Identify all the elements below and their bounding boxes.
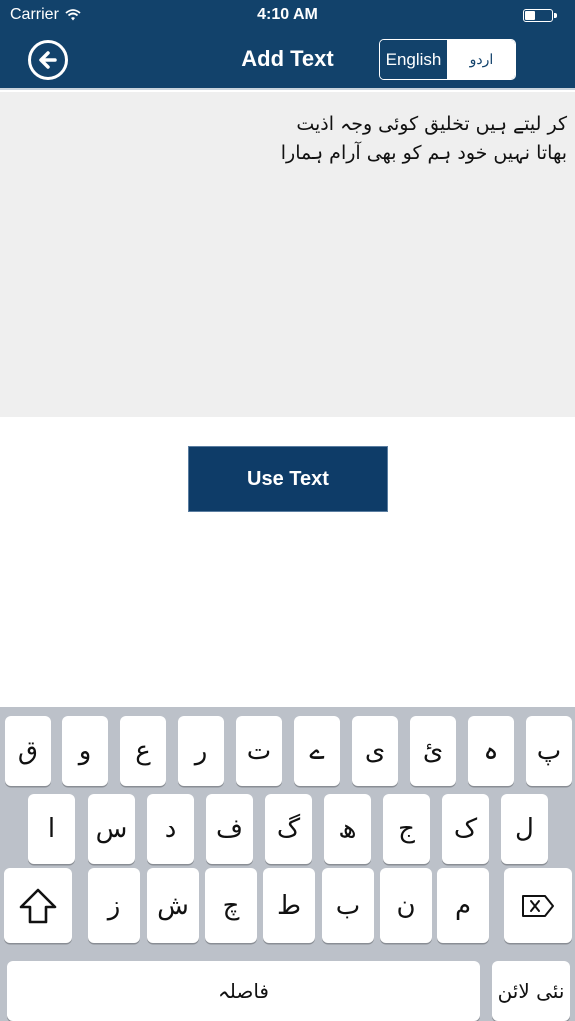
space-key[interactable]: فاصلہ: [7, 961, 480, 1021]
key[interactable]: ھ: [324, 794, 371, 864]
key[interactable]: ئ: [410, 716, 456, 786]
key[interactable]: پ: [526, 716, 572, 786]
key[interactable]: ہ: [468, 716, 514, 786]
key[interactable]: ع: [120, 716, 166, 786]
key[interactable]: و: [62, 716, 108, 786]
key[interactable]: ب: [322, 868, 374, 943]
backspace-icon: [522, 894, 554, 917]
key[interactable]: ا: [28, 794, 75, 864]
text-input-area[interactable]: کر لیتے ہیں تخلیق کوئی وجہ اذیت بھاتا نہ…: [0, 92, 575, 417]
nav-header: Carrier 4:10 AM Add Text English اردو: [0, 0, 575, 90]
text-line: بھاتا نہیں خود ہم کو بھی آرام ہمارا: [280, 142, 567, 164]
status-time: 4:10 AM: [257, 6, 318, 23]
use-text-button[interactable]: Use Text: [188, 446, 388, 512]
key[interactable]: م: [437, 868, 489, 943]
key[interactable]: ے: [294, 716, 340, 786]
key[interactable]: گ: [265, 794, 312, 864]
shift-key[interactable]: [4, 868, 72, 943]
text-line: کر لیتے ہیں تخلیق کوئی وجہ اذیت: [296, 113, 567, 135]
key[interactable]: د: [147, 794, 194, 864]
shift-arrow-icon: [19, 888, 57, 923]
urdu-keyboard: ق و ع ر ت ے ی ئ ہ پ ا س د ف گ ھ ج ک ل ز ش چ ط ب ن م فاصلہ نئی لائن: [0, 707, 575, 1021]
return-key[interactable]: نئی لائن: [492, 961, 570, 1021]
key[interactable]: ت: [236, 716, 282, 786]
key[interactable]: ش: [147, 868, 199, 943]
key[interactable]: ل: [501, 794, 548, 864]
language-option-english[interactable]: English: [380, 40, 448, 79]
key[interactable]: ک: [442, 794, 489, 864]
key[interactable]: ف: [206, 794, 253, 864]
language-option-urdu[interactable]: اردو: [448, 40, 515, 79]
key[interactable]: ط: [263, 868, 315, 943]
key[interactable]: ز: [88, 868, 140, 943]
key[interactable]: ی: [352, 716, 398, 786]
key[interactable]: ق: [5, 716, 51, 786]
key[interactable]: ن: [380, 868, 432, 943]
status-bar: Carrier 4:10 AM: [0, 0, 575, 32]
battery-icon: [523, 9, 557, 22]
language-toggle[interactable]: English اردو: [379, 39, 516, 80]
key[interactable]: ج: [383, 794, 430, 864]
back-button[interactable]: [28, 40, 68, 80]
key[interactable]: ر: [178, 716, 224, 786]
delete-key[interactable]: [504, 868, 572, 943]
back-arrow-icon: [39, 51, 57, 69]
key[interactable]: چ: [205, 868, 257, 943]
key[interactable]: س: [88, 794, 135, 864]
